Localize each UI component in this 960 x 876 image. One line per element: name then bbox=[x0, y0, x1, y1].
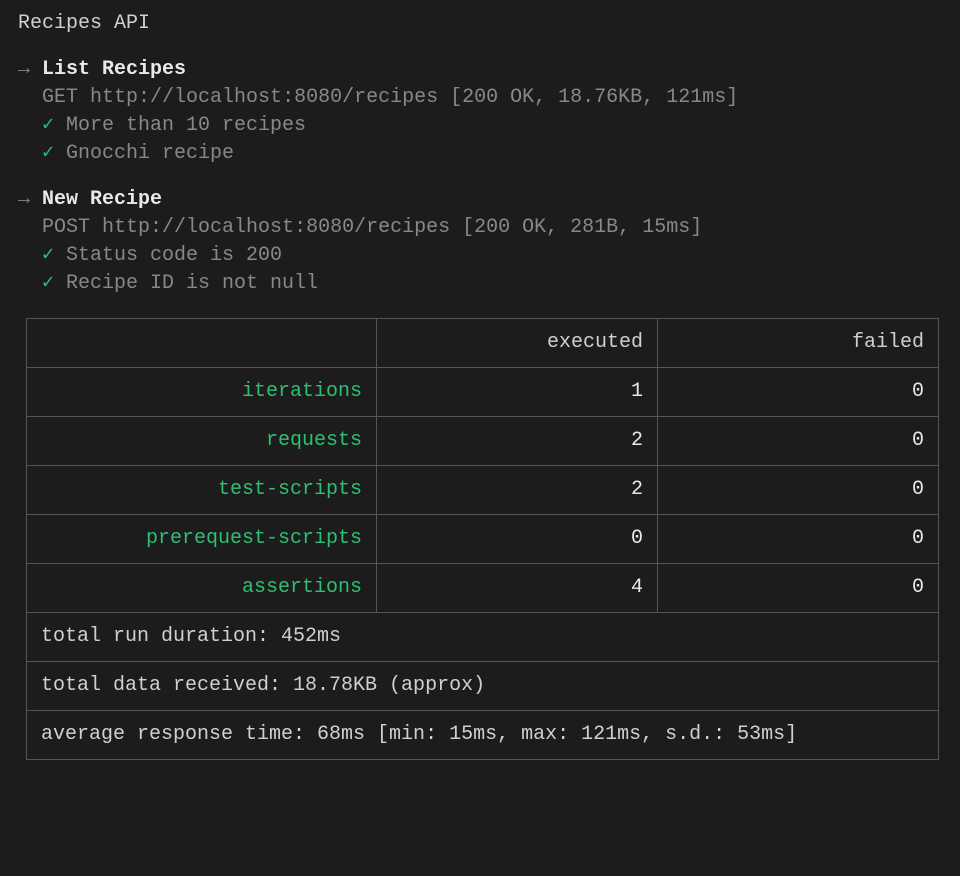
footer-duration: total run duration: 452ms bbox=[27, 613, 939, 662]
row-label: assertions bbox=[27, 564, 377, 613]
table-header-row: executed failed bbox=[27, 319, 939, 368]
response-meta: [200 OK, 281B, 15ms] bbox=[462, 216, 702, 239]
request-name: New Recipe bbox=[42, 188, 162, 211]
row-failed: 0 bbox=[658, 368, 939, 417]
check-icon: ✓ bbox=[42, 112, 66, 140]
arrow-icon: → bbox=[18, 56, 42, 84]
check-icon: ✓ bbox=[42, 140, 66, 168]
row-failed: 0 bbox=[658, 417, 939, 466]
request-url: http://localhost:8080/recipes bbox=[90, 86, 438, 109]
row-label: requests bbox=[27, 417, 377, 466]
row-failed: 0 bbox=[658, 466, 939, 515]
request-block: →New Recipe POST http://localhost:8080/r… bbox=[18, 186, 942, 298]
collection-title: Recipes API bbox=[18, 10, 942, 38]
check-icon: ✓ bbox=[42, 242, 66, 270]
assertion-label: Recipe ID is not null bbox=[66, 272, 318, 295]
assertion-label: Gnocchi recipe bbox=[66, 142, 234, 165]
footer-received: total data received: 18.78KB (approx) bbox=[27, 662, 939, 711]
table-row: assertions 4 0 bbox=[27, 564, 939, 613]
footer-avg-response: average response time: 68ms [min: 15ms, … bbox=[27, 711, 939, 760]
request-detail-line: POST http://localhost:8080/recipes [200 … bbox=[18, 214, 942, 242]
table-row: test-scripts 2 0 bbox=[27, 466, 939, 515]
request-detail-line: GET http://localhost:8080/recipes [200 O… bbox=[18, 84, 942, 112]
row-label: iterations bbox=[27, 368, 377, 417]
assertion-line: ✓Status code is 200 bbox=[18, 242, 942, 270]
row-executed: 0 bbox=[377, 515, 658, 564]
row-executed: 2 bbox=[377, 417, 658, 466]
request-header-line: →List Recipes bbox=[18, 56, 942, 84]
summary-table: executed failed iterations 1 0 requests … bbox=[26, 318, 939, 760]
request-header-line: →New Recipe bbox=[18, 186, 942, 214]
row-label: test-scripts bbox=[27, 466, 377, 515]
table-footer-row: average response time: 68ms [min: 15ms, … bbox=[27, 711, 939, 760]
row-failed: 0 bbox=[658, 515, 939, 564]
table-row: prerequest-scripts 0 0 bbox=[27, 515, 939, 564]
table-header-failed: failed bbox=[658, 319, 939, 368]
table-footer-row: total data received: 18.78KB (approx) bbox=[27, 662, 939, 711]
check-icon: ✓ bbox=[42, 270, 66, 298]
row-executed: 1 bbox=[377, 368, 658, 417]
row-failed: 0 bbox=[658, 564, 939, 613]
table-row: iterations 1 0 bbox=[27, 368, 939, 417]
row-label: prerequest-scripts bbox=[27, 515, 377, 564]
terminal-output: Recipes API →List Recipes GET http://loc… bbox=[0, 0, 960, 790]
http-method: GET bbox=[42, 86, 78, 109]
assertion-label: Status code is 200 bbox=[66, 244, 282, 267]
table-row: requests 2 0 bbox=[27, 417, 939, 466]
assertion-line: ✓Recipe ID is not null bbox=[18, 270, 942, 298]
table-header-executed: executed bbox=[377, 319, 658, 368]
response-meta: [200 OK, 18.76KB, 121ms] bbox=[450, 86, 738, 109]
assertion-label: More than 10 recipes bbox=[66, 114, 306, 137]
assertion-line: ✓More than 10 recipes bbox=[18, 112, 942, 140]
table-footer-row: total run duration: 452ms bbox=[27, 613, 939, 662]
http-method: POST bbox=[42, 216, 90, 239]
table-header-blank bbox=[27, 319, 377, 368]
arrow-icon: → bbox=[18, 186, 42, 214]
request-block: →List Recipes GET http://localhost:8080/… bbox=[18, 56, 942, 168]
request-name: List Recipes bbox=[42, 58, 186, 81]
row-executed: 4 bbox=[377, 564, 658, 613]
assertion-line: ✓Gnocchi recipe bbox=[18, 140, 942, 168]
request-url: http://localhost:8080/recipes bbox=[102, 216, 450, 239]
row-executed: 2 bbox=[377, 466, 658, 515]
